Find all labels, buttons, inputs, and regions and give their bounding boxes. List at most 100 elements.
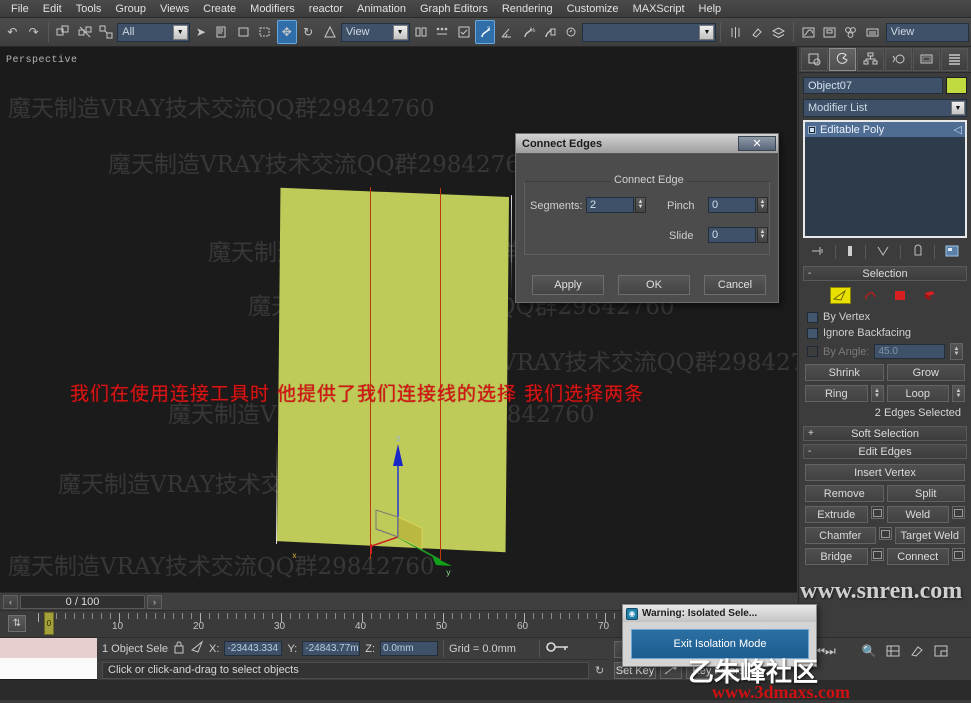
- object-name-input[interactable]: Object07: [803, 77, 943, 94]
- menu-item-graph-editors[interactable]: Graph Editors: [413, 1, 495, 17]
- collapse-icon[interactable]: -: [808, 446, 811, 457]
- modifier-list-dropdown[interactable]: Modifier List ▼: [803, 99, 967, 117]
- render-setup-icon[interactable]: [862, 20, 882, 44]
- slide-input[interactable]: 0: [708, 227, 756, 243]
- by-angle-checkbox[interactable]: [807, 346, 818, 357]
- by-angle-spinner[interactable]: ▲▼: [950, 343, 963, 360]
- menu-item-group[interactable]: Group: [108, 1, 153, 17]
- layer-manager-icon[interactable]: [768, 20, 788, 44]
- create-tab[interactable]: [801, 48, 828, 71]
- chevron-down-icon[interactable]: ▼: [173, 25, 188, 40]
- modifier-stack-item-editable-poly[interactable]: Editable Poly ◁: [805, 122, 965, 137]
- apply-button[interactable]: Apply: [532, 275, 604, 295]
- collapse-icon[interactable]: -: [808, 268, 811, 279]
- bridge-button[interactable]: Bridge: [805, 548, 868, 565]
- select-and-move-icon[interactable]: ✥: [277, 20, 297, 44]
- edit-named-selections-icon[interactable]: [561, 20, 581, 44]
- connect-settings-icon[interactable]: [952, 548, 965, 561]
- polygon-icon[interactable]: [920, 287, 941, 304]
- listener-output-pane[interactable]: [0, 638, 97, 658]
- menu-item-file[interactable]: File: [4, 1, 36, 17]
- remove-button[interactable]: Remove: [805, 485, 884, 502]
- loop-button[interactable]: Loop: [887, 385, 950, 402]
- isolation-dialog-titlebar[interactable]: ◉ Warning: Isolated Sele...: [623, 605, 816, 622]
- undo-icon[interactable]: ↶: [2, 20, 22, 44]
- named-selection-sets-input[interactable]: ▼: [582, 23, 716, 42]
- modifier-stack[interactable]: Editable Poly ◁: [803, 120, 967, 238]
- weld-settings-icon[interactable]: [952, 506, 965, 519]
- key-mode-icon[interactable]: [545, 640, 571, 657]
- select-filter-dropdown[interactable]: All ▼: [117, 23, 189, 42]
- segments-input[interactable]: 2: [586, 197, 634, 213]
- pinch-spinner[interactable]: ▲▼: [757, 197, 768, 213]
- pinch-input[interactable]: 0: [708, 197, 756, 213]
- select-and-rotate-icon[interactable]: ↻: [298, 20, 318, 44]
- chamfer-settings-icon[interactable]: [879, 527, 892, 540]
- ring-button[interactable]: Ring: [805, 385, 868, 402]
- material-editor-icon[interactable]: [841, 20, 861, 44]
- x-coordinate-input[interactable]: -23443.334: [224, 641, 282, 656]
- y-coordinate-input[interactable]: -24843.77m: [302, 641, 360, 656]
- dialog-titlebar[interactable]: Connect Edges ✕: [516, 134, 778, 154]
- vertex-icon[interactable]: [830, 287, 851, 304]
- maxscript-listener[interactable]: [0, 637, 97, 680]
- ignore-backfacing-checkbox[interactable]: [807, 328, 818, 339]
- by-angle-row[interactable]: By Angle: 45.0 ▲▼: [805, 341, 965, 362]
- expand-icon[interactable]: [808, 126, 816, 134]
- motion-tab[interactable]: [885, 48, 912, 71]
- chamfer-button[interactable]: Chamfer: [805, 527, 876, 544]
- spinner-snap-icon[interactable]: [539, 20, 559, 44]
- weld-button[interactable]: Weld: [887, 506, 950, 523]
- percent-snap-icon[interactable]: %: [518, 20, 538, 44]
- maximize-viewport-icon[interactable]: [930, 641, 952, 661]
- angle-snap-icon[interactable]: [496, 20, 516, 44]
- select-by-name-icon[interactable]: [212, 20, 232, 44]
- refresh-icon[interactable]: ↻: [595, 664, 604, 677]
- mirror-icon[interactable]: [725, 20, 745, 44]
- grow-button[interactable]: Grow: [887, 364, 966, 381]
- frame-display[interactable]: 0 / 100: [20, 595, 145, 609]
- field-of-view-icon[interactable]: [906, 641, 928, 661]
- redo-icon[interactable]: ↷: [23, 20, 43, 44]
- time-playhead[interactable]: 0: [44, 612, 54, 635]
- go-to-end-icon[interactable]: ⏮⏭: [814, 641, 836, 661]
- select-and-manipulate-icon[interactable]: [432, 20, 452, 44]
- cancel-button[interactable]: Cancel: [704, 275, 766, 295]
- edit-edges-rollout-header[interactable]: - Edit Edges: [803, 444, 967, 459]
- menu-item-rendering[interactable]: Rendering: [495, 1, 560, 17]
- connect-edges-dialog[interactable]: Connect Edges ✕ Connect Edge Segments: 2…: [515, 133, 779, 303]
- open-mini-curve-editor-icon[interactable]: ⇅: [8, 615, 26, 632]
- object-color-swatch[interactable]: [946, 77, 967, 94]
- by-vertex-checkbox[interactable]: [807, 312, 818, 323]
- listener-input-pane[interactable]: [0, 658, 97, 679]
- curve-editor-icon[interactable]: [798, 20, 818, 44]
- align-icon[interactable]: [747, 20, 767, 44]
- menu-item-create[interactable]: Create: [196, 1, 243, 17]
- prev-frame-button[interactable]: ‹: [3, 595, 18, 609]
- connect-button[interactable]: Connect: [887, 548, 950, 565]
- menu-item-modifiers[interactable]: Modifiers: [243, 1, 302, 17]
- menu-item-maxscript[interactable]: MAXScript: [626, 1, 692, 17]
- target-weld-button[interactable]: Target Weld: [895, 527, 966, 544]
- menu-item-customize[interactable]: Customize: [560, 1, 626, 17]
- hierarchy-tab[interactable]: [857, 48, 884, 71]
- chevron-down-icon[interactable]: ▼: [951, 101, 965, 115]
- ok-button[interactable]: OK: [618, 275, 690, 295]
- menu-item-reactor[interactable]: reactor: [302, 1, 350, 17]
- insert-vertex-button[interactable]: Insert Vertex: [805, 464, 965, 481]
- menu-item-views[interactable]: Views: [153, 1, 196, 17]
- modifier-visibility-icon[interactable]: ◁: [954, 123, 962, 136]
- menu-item-edit[interactable]: Edit: [36, 1, 69, 17]
- soft-selection-rollout-header[interactable]: + Soft Selection: [803, 426, 967, 441]
- ring-spinner[interactable]: ▲▼: [871, 385, 884, 402]
- window-crossing-icon[interactable]: [255, 20, 275, 44]
- remove-modifier-icon[interactable]: [911, 244, 925, 261]
- viewport-layout-dropdown[interactable]: View: [886, 23, 969, 42]
- menu-item-help[interactable]: Help: [692, 1, 729, 17]
- select-and-scale-icon[interactable]: [319, 20, 339, 44]
- selection-rollout-header[interactable]: - Selection: [803, 266, 967, 281]
- utilities-tab[interactable]: [941, 48, 968, 71]
- select-object-icon[interactable]: ➤: [191, 20, 211, 44]
- bind-space-warp-icon[interactable]: [96, 20, 116, 44]
- chevron-down-icon[interactable]: ▼: [699, 25, 714, 40]
